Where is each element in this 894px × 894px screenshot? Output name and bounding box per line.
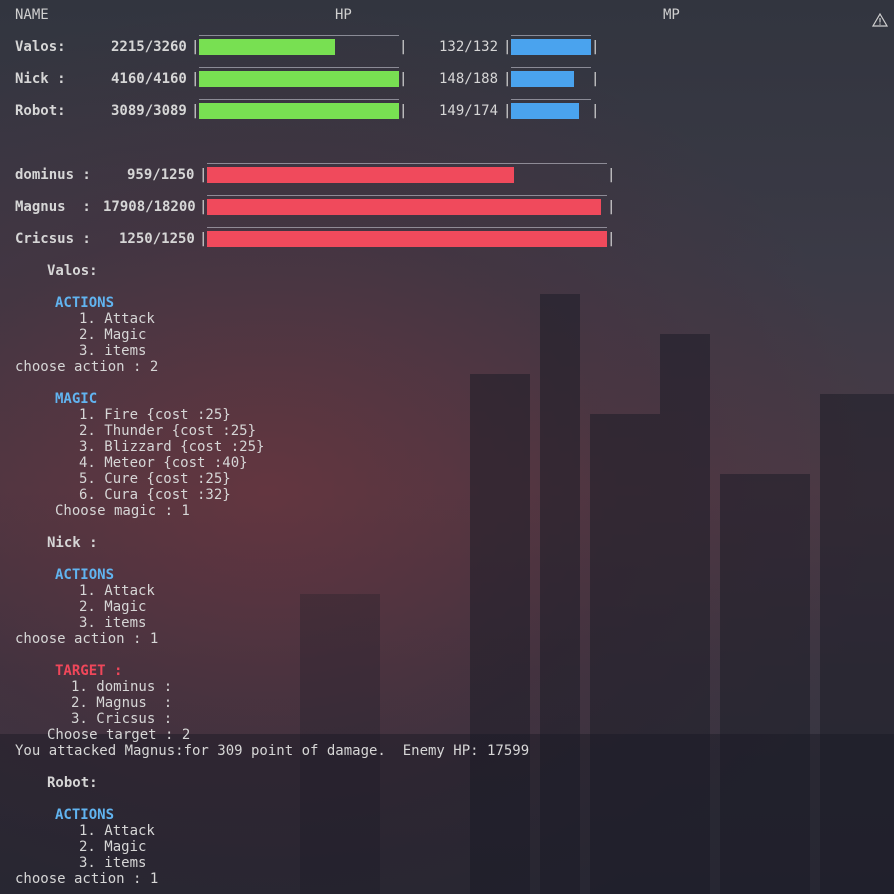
hp-bar-fill [199, 71, 399, 87]
input-prompt: Choose magic : 1 [55, 503, 190, 519]
menu-option: 3. items [79, 343, 147, 359]
menu-option: 2. Magic [79, 599, 147, 615]
hp-bar-fill [199, 103, 399, 119]
party-name: Valos: [15, 39, 66, 55]
turn-heading: Robot: [47, 775, 98, 791]
target-heading: TARGET : [55, 663, 123, 679]
menu-option: 1. Attack [79, 583, 155, 599]
mp-bar-fill [511, 71, 574, 87]
menu-option: 1. Fire {cost :25} [79, 407, 231, 423]
mp-bar-fill [511, 39, 591, 55]
enemy-bar-right-border: | [607, 199, 616, 215]
enemy-hp-value: 17908/18200 [103, 199, 196, 215]
hp-bar [199, 71, 399, 87]
menu-option: 3. Blizzard {cost :25} [79, 439, 265, 455]
menu-option: 3. items [79, 615, 147, 631]
hp-bar [199, 103, 399, 119]
mp-bar-right-border: | [591, 39, 600, 55]
enemy-hp-bar-fill [207, 167, 514, 183]
column-header-hp: HP [335, 7, 352, 23]
party-mp-value: 132/132 [439, 39, 499, 55]
hp-bar [199, 39, 399, 55]
input-prompt: Choose target : 2 [47, 727, 191, 743]
menu-option: 3. Cricsus : [71, 711, 173, 727]
hp-bar-right-border: | [399, 39, 408, 55]
actions-heading: ACTIONS [55, 807, 115, 823]
mp-bar [511, 71, 591, 87]
mp-bar-right-border: | [591, 71, 600, 87]
menu-option: 2. Thunder {cost :25} [79, 423, 257, 439]
input-prompt: choose action : 2 [15, 359, 159, 375]
enemy-hp-bar [207, 167, 607, 183]
menu-option: 2. Magic [79, 327, 147, 343]
party-hp-value: 3089/3089 [111, 103, 187, 119]
column-header-name: NAME [15, 7, 49, 23]
menu-option: 6. Cura {cost :32} [79, 487, 231, 503]
warning-icon [871, 12, 889, 31]
enemy-hp-value: 1250/1250 [119, 231, 195, 247]
menu-option: 1. dominus : [71, 679, 173, 695]
actions-heading: ACTIONS [55, 295, 115, 311]
input-prompt: choose action : 1 [15, 631, 159, 647]
hp-bar-right-border: | [399, 71, 408, 87]
party-mp-value: 148/188 [439, 71, 499, 87]
enemy-hp-bar-fill [207, 231, 607, 247]
enemy-hp-bar [207, 231, 607, 247]
menu-option: 1. Attack [79, 823, 155, 839]
menu-option: 2. Magic [79, 839, 147, 855]
menu-option: 2. Magnus : [71, 695, 173, 711]
enemy-bar-right-border: | [607, 167, 616, 183]
menu-option: 3. items [79, 855, 147, 871]
enemy-name: Magnus : [15, 199, 91, 215]
turn-heading: Nick : [47, 535, 98, 551]
hp-bar-fill [199, 39, 335, 55]
enemy-hp-bar-fill [207, 199, 601, 215]
magic-heading: MAGIC [55, 391, 98, 407]
menu-option: 5. Cure {cost :25} [79, 471, 231, 487]
enemy-bar-right-border: | [607, 231, 616, 247]
input-prompt: choose action : 1 [15, 871, 159, 887]
menu-option: 1. Attack [79, 311, 155, 327]
party-hp-value: 4160/4160 [111, 71, 187, 87]
party-mp-value: 149/174 [439, 103, 499, 119]
mp-bar-right-border: | [591, 103, 600, 119]
hp-bar-right-border: | [399, 103, 408, 119]
column-header-mp: MP [663, 7, 680, 23]
turn-heading: Valos: [47, 263, 98, 279]
mp-bar [511, 39, 591, 55]
party-name: Nick : [15, 71, 66, 87]
actions-heading: ACTIONS [55, 567, 115, 583]
mp-bar-fill [511, 103, 580, 119]
enemy-name: dominus : [15, 167, 91, 183]
damage-message: You attacked Magnus:for 309 point of dam… [15, 743, 530, 759]
menu-option: 4. Meteor {cost :40} [79, 455, 248, 471]
party-hp-value: 2215/3260 [111, 39, 187, 55]
mp-bar [511, 103, 591, 119]
enemy-hp-value: 959/1250 [127, 167, 195, 183]
enemy-name: Cricsus : [15, 231, 91, 247]
party-name: Robot: [15, 103, 66, 119]
enemy-hp-bar [207, 199, 607, 215]
